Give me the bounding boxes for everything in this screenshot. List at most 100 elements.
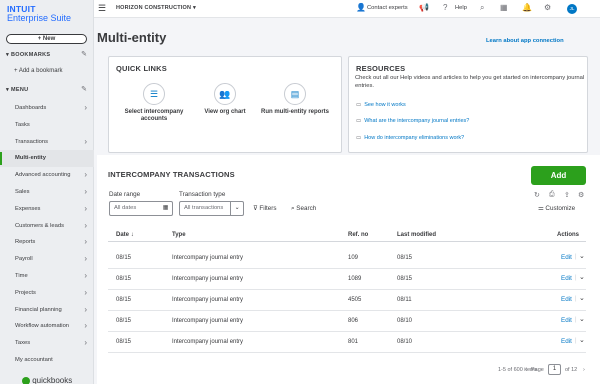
resource-link-eliminations[interactable]: ▭ How do intercompany eliminations work? (356, 135, 464, 141)
row-actions-dropdown-icon[interactable]: ⌄ (579, 336, 585, 344)
sidebar-item-my-accountant[interactable]: My accountant (0, 352, 94, 369)
sidebar-item-time[interactable]: Time › (0, 268, 94, 285)
contact-experts-link[interactable]: Contact experts (367, 5, 408, 11)
person-icon: 👤 (356, 3, 366, 12)
row-actions-dropdown-icon[interactable]: ⌄ (579, 315, 585, 323)
megaphone-icon[interactable]: 📢 (419, 3, 429, 12)
resource-link-what-are-entries[interactable]: ▭ What are the intercompany journal entri… (356, 118, 469, 124)
sidebar-item-transactions[interactable]: Transactions › (0, 134, 94, 151)
sidebar-item-financial-planning[interactable]: Financial planning › (0, 302, 94, 319)
sidebar-item-dashboards[interactable]: Dashboards › (0, 100, 94, 117)
cell-last-modified: 08/10 (397, 339, 413, 345)
sidebar-item-label: Tasks (15, 121, 30, 128)
sidebar-item-reports[interactable]: Reports › (0, 234, 94, 251)
edit-link[interactable]: Edit (561, 317, 572, 324)
quick-link-label: Select intercompany accounts (124, 109, 184, 122)
transactions-title: INTERCOMPANY TRANSACTIONS (108, 170, 235, 179)
chevron-right-icon: › (84, 136, 87, 146)
learn-link[interactable]: Learn about app connection (486, 38, 564, 44)
chevron-right-icon: › (84, 103, 87, 112)
sidebar-item-label: Time (15, 272, 28, 279)
prev-page-icon[interactable]: ‹ (525, 367, 527, 373)
company-switcher[interactable]: HORIZON CONSTRUCTION ▾ (116, 5, 196, 11)
sidebar: INTUIT Enterprise Suite + New ▾ BOOKMARKS… (0, 0, 94, 384)
chevron-right-icon: › (84, 338, 87, 348)
gear-icon[interactable]: ⚙ (544, 3, 551, 12)
action-divider: | (575, 317, 577, 323)
date-range-select[interactable]: All dates ▦ (109, 201, 173, 216)
filter-icon: ⊽ (253, 205, 258, 212)
add-button[interactable]: Add (531, 166, 586, 185)
menu-header-label: MENU (11, 87, 29, 93)
new-button[interactable]: + New (6, 34, 87, 44)
customize-button[interactable]: ⚌ Customize (538, 205, 575, 212)
export-icon[interactable]: ⇪ (564, 191, 570, 199)
quick-link-reports[interactable]: ▤ Run multi-entity reports (260, 83, 330, 116)
filters-label: Filters (259, 205, 277, 212)
edit-menu-icon[interactable]: ✎ (81, 85, 87, 93)
table-row: 08/15 Intercompany journal entry 1089 08/15… (108, 269, 586, 290)
action-divider: | (575, 296, 577, 302)
sidebar-item-customers-leads[interactable]: Customers & leads › (0, 218, 94, 235)
sidebar-item-tasks[interactable]: Tasks (0, 117, 94, 134)
transaction-type-select[interactable]: All transactions ⌄ (179, 201, 244, 216)
cell-ref: 801 (348, 339, 359, 345)
cell-last-modified: 08/15 (397, 276, 413, 282)
refresh-icon[interactable]: ↻ (534, 191, 540, 199)
edit-link[interactable]: Edit (561, 254, 572, 261)
column-header-label: Date (116, 232, 130, 238)
sidebar-item-taxes[interactable]: Taxes › (0, 335, 94, 352)
bookmarks-header[interactable]: ▾ BOOKMARKS (6, 52, 50, 58)
cell-ref: 109 (348, 255, 359, 261)
quick-links-title: QUICK LINKS (116, 64, 167, 73)
row-actions-dropdown-icon[interactable]: ⌄ (579, 252, 585, 260)
chevron-right-icon: › (84, 270, 87, 280)
apps-grid-icon[interactable]: ▦ (500, 3, 508, 12)
chevron-right-icon: › (84, 170, 87, 180)
column-header-date[interactable]: Date ↓ (116, 232, 134, 238)
print-icon[interactable]: ⎙ (549, 191, 555, 199)
sidebar-item-advanced-accounting[interactable]: Advanced accounting › (0, 167, 94, 184)
bell-icon[interactable]: 🔔 (522, 3, 532, 12)
edit-link[interactable]: Edit (561, 275, 572, 282)
sidebar-item-payroll[interactable]: Payroll › (0, 251, 94, 268)
edit-link[interactable]: Edit (561, 338, 572, 345)
resource-link-how-it-works[interactable]: ▭ See how it works (356, 102, 406, 108)
sidebar-item-label: Sales (15, 188, 30, 195)
edit-bookmarks-icon[interactable]: ✎ (81, 50, 87, 58)
chevron-down-icon: ▾ (192, 5, 196, 11)
settings-icon[interactable]: ⚙ (578, 191, 584, 199)
date-range-label: Date range (109, 191, 141, 198)
cell-type: Intercompany journal entry (172, 255, 244, 261)
row-actions-dropdown-icon[interactable]: ⌄ (579, 273, 585, 281)
quickbooks-logo: quickbooks (22, 376, 72, 384)
action-divider: | (575, 254, 577, 260)
search-icon[interactable]: ⌕ (480, 3, 484, 13)
sliders-icon: ⚌ (538, 205, 544, 212)
sidebar-item-multi-entity[interactable]: Multi-entity (0, 150, 94, 168)
filters-button[interactable]: ⊽ Filters (253, 205, 277, 212)
resource-link-label: See how it works (364, 102, 406, 108)
menu-header[interactable]: ▾ MENU (6, 87, 28, 93)
next-page-icon[interactable]: › (583, 367, 585, 373)
sidebar-item-sales[interactable]: Sales › (0, 184, 94, 201)
page-label: Page (531, 367, 544, 373)
quick-link-org-chart[interactable]: 👥 View org chart (190, 83, 260, 116)
help-icon[interactable]: ? (443, 3, 447, 12)
page-number-input[interactable]: 1 (548, 364, 561, 375)
add-bookmark-link[interactable]: + Add a bookmark (14, 68, 63, 74)
edit-link[interactable]: Edit (561, 296, 572, 303)
row-actions-dropdown-icon[interactable]: ⌄ (579, 294, 585, 302)
avatar[interactable]: JL (567, 4, 577, 14)
sidebar-item-workflow-automation[interactable]: Workflow automation › (0, 318, 94, 335)
search-button[interactable]: ⌕ Search (291, 205, 316, 213)
sidebar-item-projects[interactable]: Projects › (0, 285, 94, 302)
sidebar-item-label: Reports (15, 239, 36, 246)
help-link[interactable]: Help (455, 5, 467, 11)
quick-link-intercompany-accounts[interactable]: ☰ Select intercompany accounts (119, 83, 189, 123)
search-label: Search (296, 205, 317, 212)
list-icon: ☰ (143, 83, 165, 105)
sidebar-item-expenses[interactable]: Expenses › (0, 201, 94, 218)
cell-date: 08/15 (116, 276, 132, 282)
hamburger-menu-icon[interactable]: ☰ (98, 3, 106, 14)
